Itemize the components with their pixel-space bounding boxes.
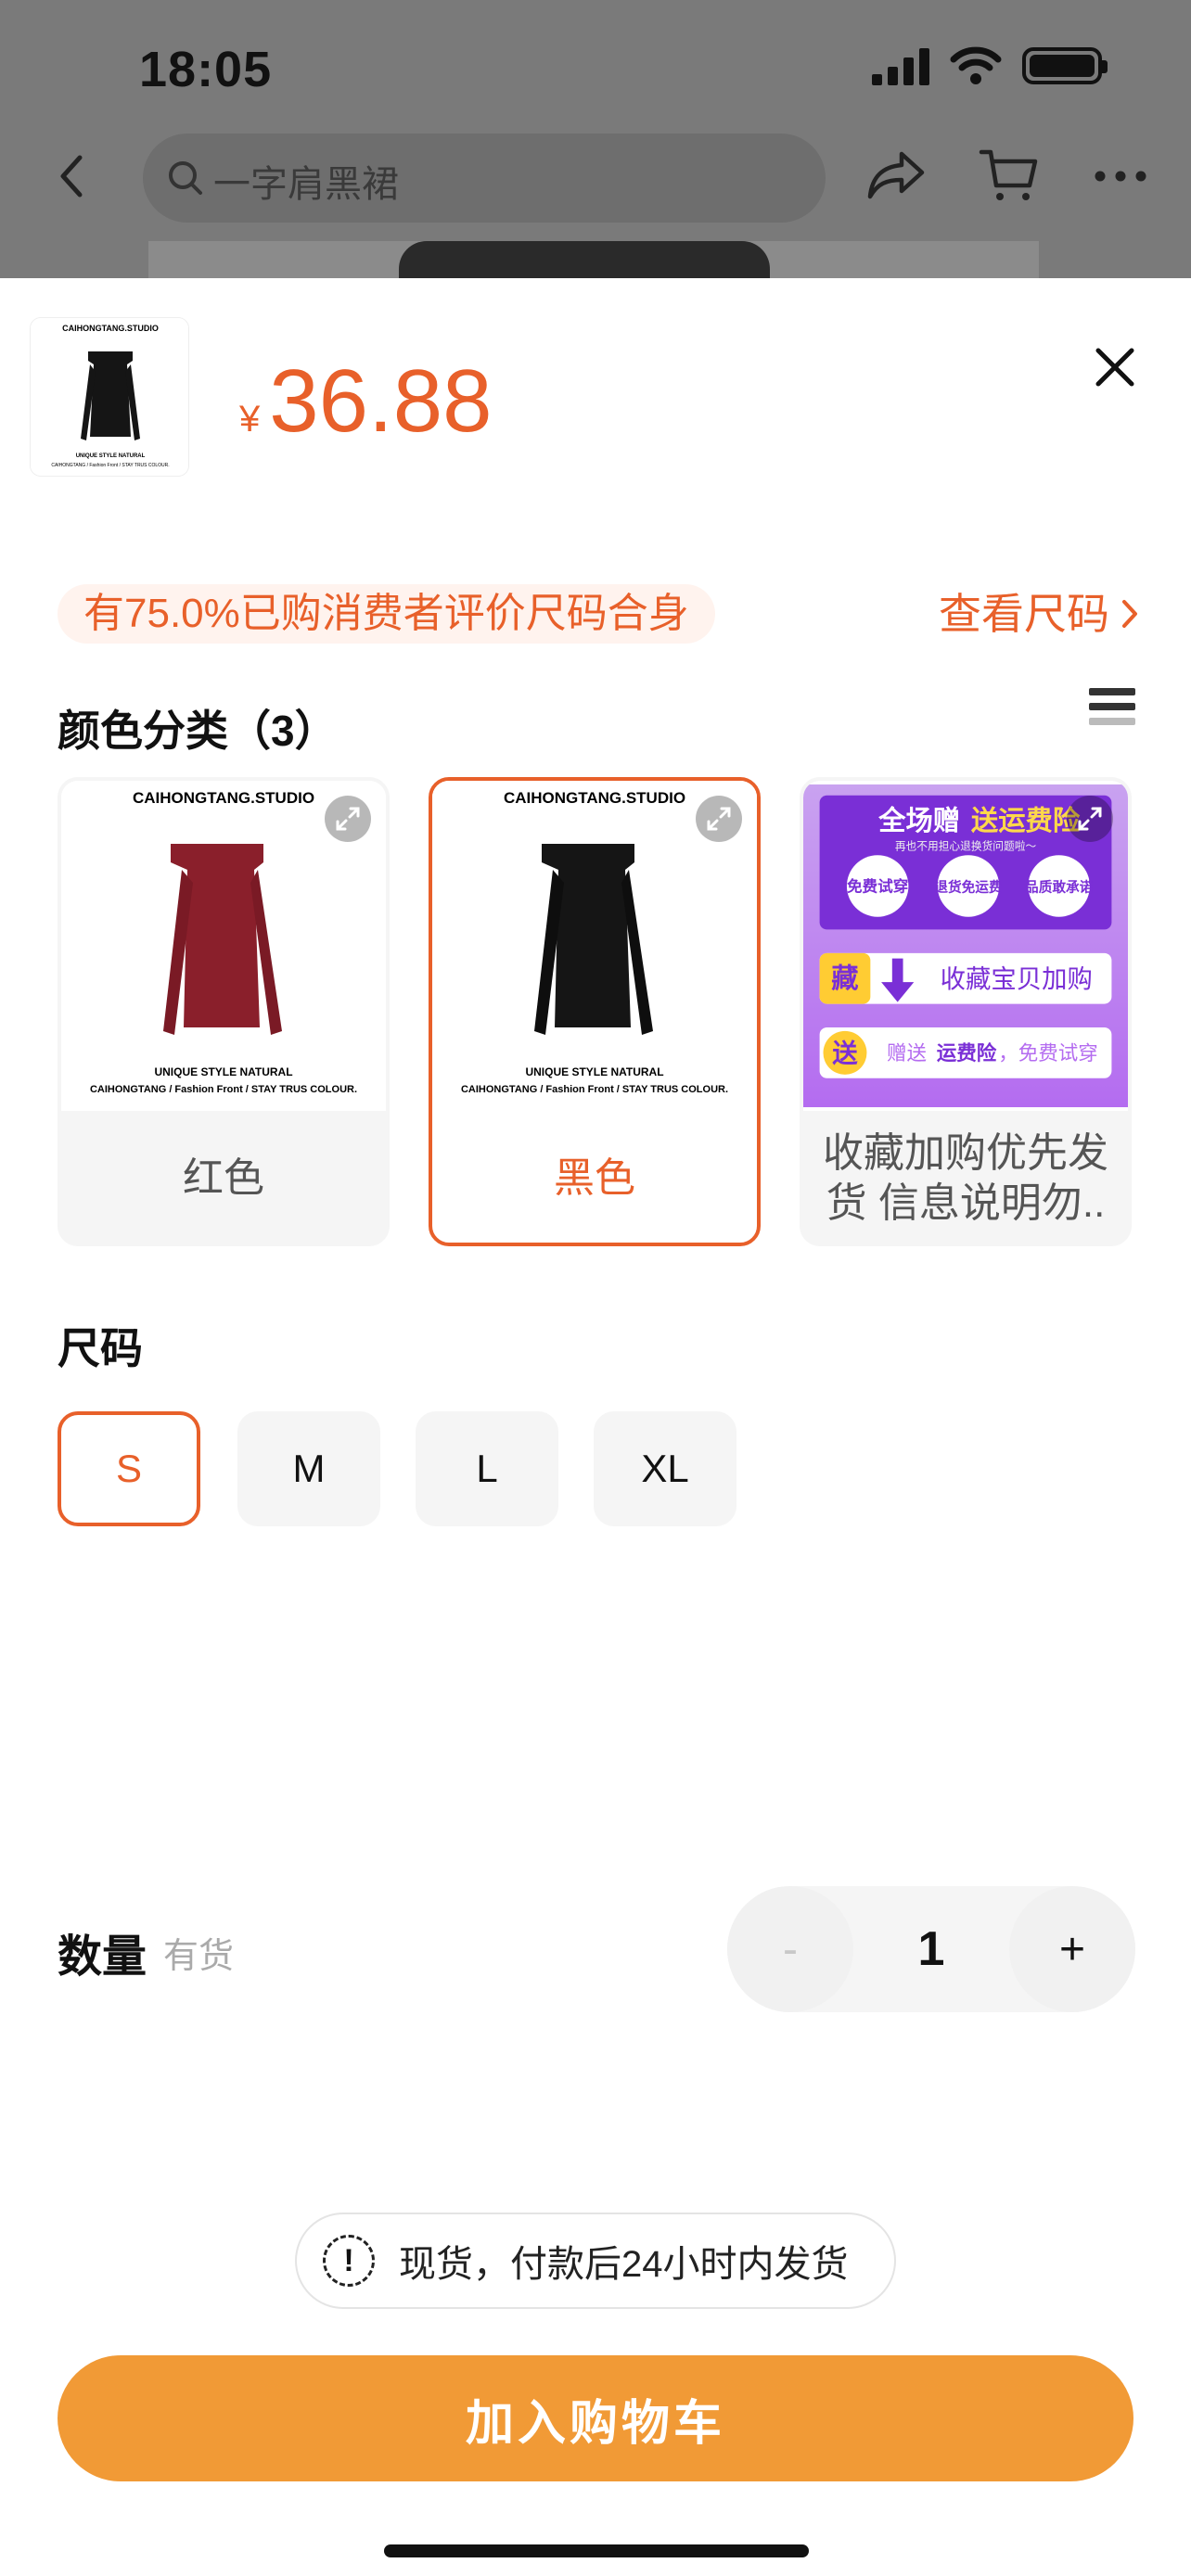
share-icon[interactable] [866, 147, 928, 202]
size-option-s[interactable]: S [58, 1411, 200, 1526]
quantity-increase-button[interactable]: + [1009, 1886, 1135, 2012]
price: ¥ 36.88 [239, 351, 492, 453]
selected-product-thumbnail[interactable]: CAIHONGTANG.STUDIO UNIQUE STYLE NATURAL … [30, 317, 189, 477]
product-image-peek [148, 241, 1039, 278]
product-thumbnail-image: CAIHONGTANG.STUDIO UNIQUE STYLE NATURAL … [31, 318, 188, 476]
stock-status: 有货 [163, 1937, 235, 1976]
quantity-stepper: - 1 + [727, 1886, 1135, 2012]
more-icon[interactable] [1093, 158, 1148, 195]
thumb-footer: CAIHONGTANG / Fashion Front / STAY TRUS … [51, 463, 169, 468]
search-icon [169, 161, 202, 195]
quantity-decrease-button[interactable]: - [727, 1886, 853, 2012]
variant-black-tagline: UNIQUE STYLE NATURAL [525, 1065, 663, 1078]
wifi-icon [950, 46, 1002, 84]
battery-icon [1022, 47, 1108, 84]
promo-headline-b: 送运费险 [971, 805, 1081, 836]
list-view-toggle-icon[interactable] [1089, 688, 1135, 740]
cellular-signal-icon [872, 46, 929, 85]
expand-icon[interactable] [325, 796, 371, 842]
promo-collect-text: 收藏宝贝加购 [941, 964, 1093, 993]
promo-gift-text-c: ，免费试穿 [998, 1042, 1098, 1065]
home-indicator[interactable] [384, 2544, 809, 2557]
expand-icon[interactable] [1067, 796, 1113, 842]
promo-collect-badge: 藏 [831, 963, 858, 994]
promo-sub: 再也不用担心退换货问题啦～ [895, 839, 1037, 852]
info-alert-icon: ! [323, 2235, 375, 2287]
promo-badge-2: 退货免运费 [934, 878, 1003, 895]
status-icons [872, 46, 1108, 85]
variant-promo-label: 收藏加购优先发货 信息说明勿.. [823, 1130, 1108, 1226]
chevron-right-icon [1122, 600, 1137, 628]
thumb-tagline: UNIQUE STYLE NATURAL [76, 453, 146, 459]
size-chart-link[interactable]: 查看尺码 [939, 584, 1139, 644]
variant-black[interactable]: CAIHONGTANG.STUDIO UNIQUE STYLE NATURAL … [429, 777, 761, 1246]
variant-red-label: 红色 [183, 1155, 264, 1201]
search-query: 一字肩黑裙 [213, 164, 399, 205]
variant-black-footer: CAIHONGTANG / Fashion Front / STAY TRUS … [461, 1084, 728, 1095]
status-time: 18:05 [139, 42, 273, 97]
expand-icon[interactable] [696, 796, 742, 842]
promo-badge-3: 品质敢承诺 [1025, 878, 1094, 895]
shipping-notice-text: 现货，付款后24小时内发货 [399, 2244, 849, 2285]
promo-badge-1: 免费试穿 [847, 876, 908, 895]
promo-gift-text-a: 赠送 [887, 1042, 927, 1065]
variant-promo[interactable]: 全场赠 送运费险 再也不用担心退换货问题啦～ 免费试穿 退货免运费 品质敢承诺 … [800, 777, 1132, 1246]
thumb-brand: CAIHONGTANG.STUDIO [62, 324, 159, 333]
close-icon[interactable] [1093, 345, 1137, 389]
variant-black-brand: CAIHONGTANG.STUDIO [504, 789, 685, 807]
price-currency: ¥ [239, 399, 261, 440]
quantity-value[interactable]: 1 [853, 1886, 1009, 2012]
variant-red-tagline: UNIQUE STYLE NATURAL [154, 1065, 292, 1078]
promo-gift-text-b: 运费险 [937, 1041, 997, 1065]
shipping-notice: ! 现货，付款后24小时内发货 [295, 2213, 896, 2309]
size-option-m[interactable]: M [237, 1411, 380, 1526]
cart-icon[interactable] [978, 145, 1039, 204]
variant-red-brand: CAIHONGTANG.STUDIO [133, 789, 314, 807]
promo-gift-badge: 送 [832, 1039, 858, 1067]
size-chart-label: 查看尺码 [939, 590, 1109, 638]
page-backdrop[interactable]: 18:05 一字肩黑裙 [0, 0, 1191, 278]
variant-red-footer: CAIHONGTANG / Fashion Front / STAY TRUS … [90, 1084, 357, 1095]
quantity-label: 数量 [58, 1932, 147, 1982]
back-arrow-icon[interactable] [48, 150, 100, 202]
size-option-xl[interactable]: XL [594, 1411, 736, 1526]
sku-selection-sheet: CAIHONGTANG.STUDIO UNIQUE STYLE NATURAL … [0, 278, 1191, 2576]
variant-red[interactable]: CAIHONGTANG.STUDIO UNIQUE STYLE NATURAL … [58, 777, 390, 1246]
variant-black-label: 黑色 [554, 1155, 635, 1201]
color-section-title: 颜色分类（3） [58, 707, 338, 755]
add-to-cart-button[interactable]: 加入购物车 [58, 2355, 1133, 2481]
size-section-title: 尺码 [58, 1324, 143, 1372]
search-input[interactable]: 一字肩黑裙 [143, 134, 826, 223]
promo-headline-a: 全场赠 [877, 805, 960, 836]
nav-bar: 一字肩黑裙 [0, 130, 1191, 223]
size-option-l[interactable]: L [416, 1411, 558, 1526]
price-value: 36.88 [269, 351, 493, 451]
size-fit-tip: 有75.0%已购消费者评价尺码合身 [58, 584, 715, 644]
